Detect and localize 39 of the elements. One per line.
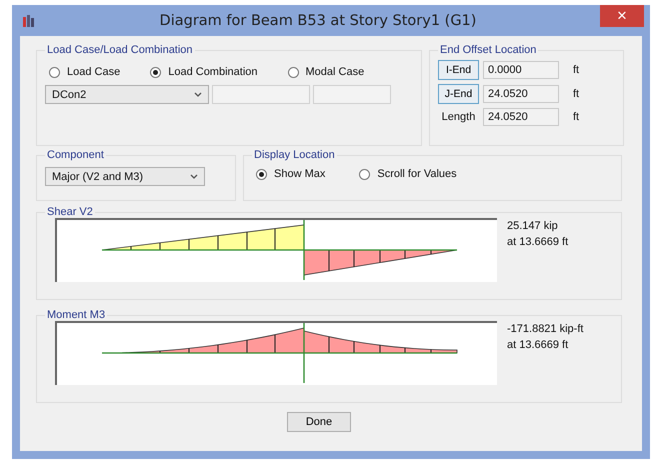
radio-option[interactable]: Scroll for Values	[359, 168, 457, 180]
max-location: at 13.6669 ft	[507, 339, 570, 351]
close-button[interactable]: ×	[600, 5, 644, 27]
radio-option[interactable]: Load Case	[49, 66, 120, 78]
radio-button[interactable]	[359, 168, 370, 180]
chevron-icon	[190, 174, 198, 179]
radio-button[interactable]	[150, 66, 162, 78]
input-field[interactable]	[313, 85, 391, 104]
end-button[interactable]: I-End	[438, 60, 479, 80]
group-title: Load Case/Load Combination	[46, 44, 194, 56]
group-title: Display Location	[253, 149, 336, 161]
group-title: Shear V2	[46, 206, 94, 218]
chevron-icon	[194, 92, 202, 97]
radio-option[interactable]: Modal Case	[288, 66, 364, 78]
field-label: Length	[440, 111, 476, 123]
group-title: Component	[46, 149, 105, 161]
unit-label: ft	[573, 64, 580, 76]
input-field[interactable]: 0.0000	[483, 61, 559, 79]
input-field[interactable]: 24.0520	[483, 108, 559, 126]
combo-box[interactable]: Major (V2 and M3)	[45, 167, 205, 186]
input-field[interactable]: 24.0520	[483, 85, 559, 103]
combo-box[interactable]: DCon2	[45, 85, 209, 104]
app-icon	[22, 14, 36, 28]
end-button[interactable]: J-End	[438, 84, 479, 104]
unit-label: ft	[573, 88, 580, 100]
done-button[interactable]: Done	[287, 412, 351, 432]
window-title: Diagram for Beam B53 at Story Story1 (G1)	[158, 12, 478, 28]
radio-button[interactable]	[288, 66, 299, 78]
radio-option[interactable]: Load Combination	[150, 66, 258, 78]
group-title: Moment M3	[46, 309, 106, 321]
group-title: End Offset Location	[439, 44, 538, 56]
radio-button[interactable]	[256, 168, 267, 180]
unit-label: ft	[573, 111, 580, 123]
input-field[interactable]	[212, 85, 310, 104]
max-location: at 13.6669 ft	[507, 236, 568, 248]
max-value: -171.8821 kip-ft	[507, 323, 584, 335]
radio-button[interactable]	[49, 66, 60, 78]
radio-option[interactable]: Show Max	[256, 168, 326, 180]
max-value: 25.147 kip	[507, 220, 559, 232]
